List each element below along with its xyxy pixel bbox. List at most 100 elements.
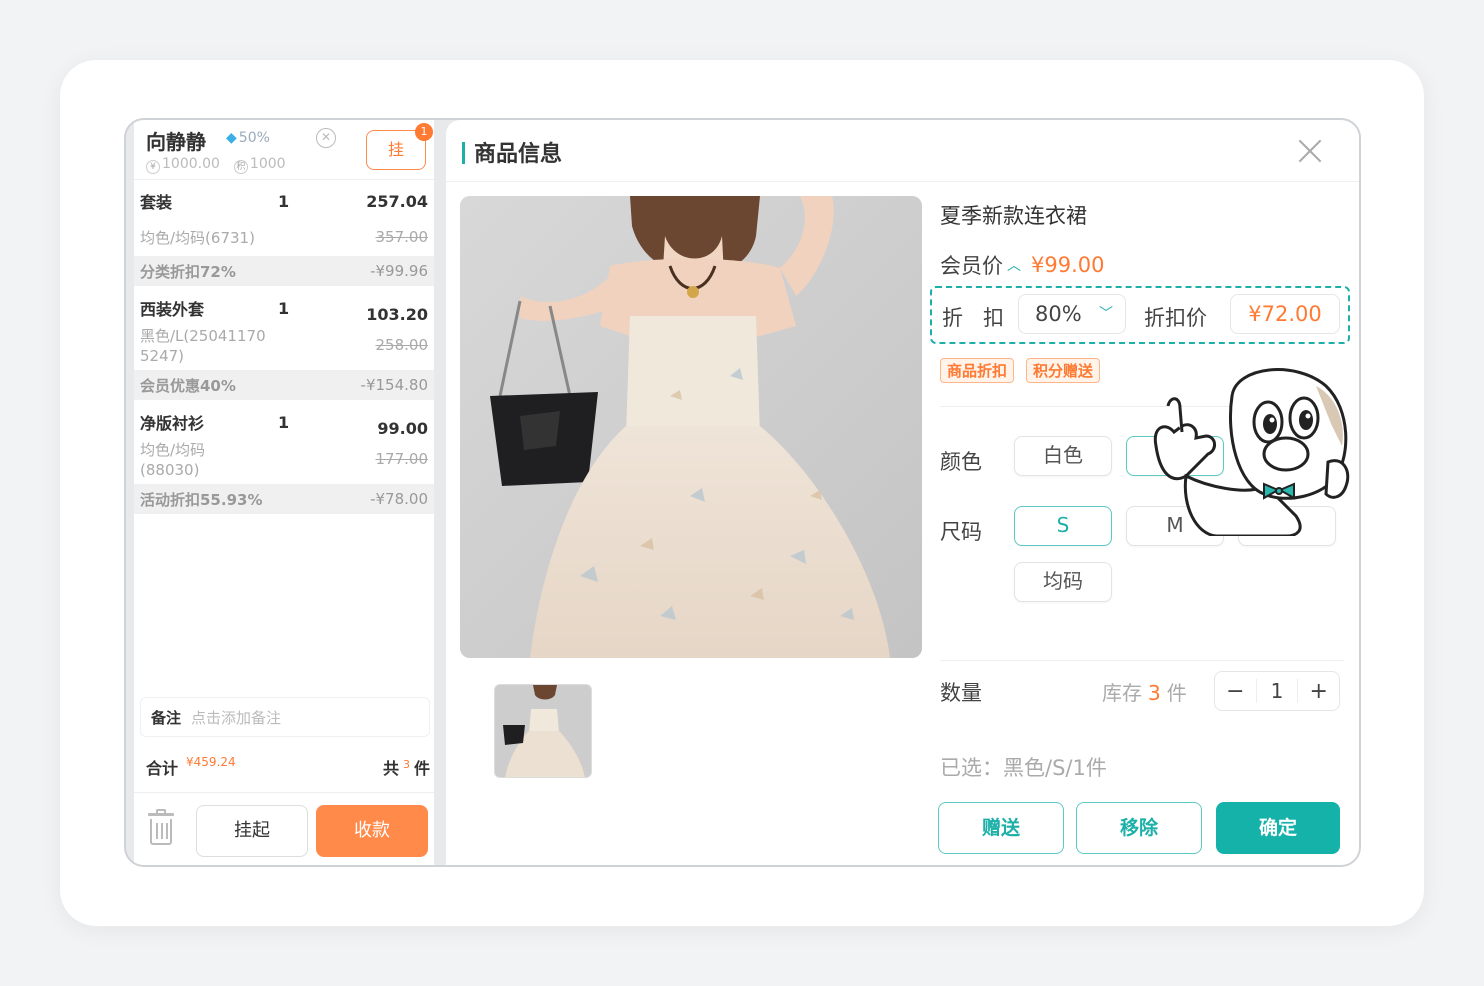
total-count-prefix: 共 [382,759,399,778]
vip-discount-value: 50% [238,130,270,146]
cart-item-spec: 均色/均码(6731) [140,228,255,247]
promo-tag: 积分赠送 [1026,358,1101,383]
minus-icon[interactable]: − [1215,679,1256,704]
cart-item[interactable]: 套装 1 257.04 均色/均码(6731) 357.00 分类折扣72% -… [134,182,434,286]
cart-item-name: 净版衬衫 [140,414,205,433]
size-option-s[interactable]: S [1014,506,1112,546]
cart-item-price: 99.00 [377,418,428,438]
total-count-value: 3 [402,757,410,771]
title-accent-bar [462,142,465,164]
checkout-button[interactable]: 收款 [316,805,428,857]
discount-label: 折扣 [942,306,1024,330]
dress-thumbnail-illustration [495,685,591,777]
member-price-label: 会员价 [940,254,1003,278]
balance: ¥1000.00 [146,156,220,174]
member-balances: ¥1000.00 积 1000 [146,156,286,174]
remark-placeholder: 点击添加备注 [191,708,282,727]
quantity-stepper: − 1 + [1214,671,1340,711]
member-name[interactable]: 向静静 [146,126,206,155]
cart-item-spec: 黑色/L(25041170 5247) [140,327,266,365]
quantity-label: 数量 [940,681,982,705]
stock-info: 库存 3 件 [1102,677,1187,706]
total-amount: ¥459.24 [186,755,236,769]
cart-item-name: 套装 [140,193,173,212]
close-circle-icon[interactable]: ✕ [316,128,336,148]
diamond-icon: ◆ [226,130,237,146]
wallet-icon: ¥ [146,160,160,174]
color-option-white[interactable]: 白色 [1014,436,1112,476]
cart-item-discount-label: 活动折扣55.93% [140,490,263,509]
hang-orders-label: 挂 [387,140,404,159]
remark-label: 备注 [151,708,182,727]
quantity-row: 数量 库存 3 件 − 1 + [940,660,1344,711]
size-label: 尺码 [940,520,982,544]
total-count: 共3件 [383,755,430,779]
discount-section: 折扣 80% ﹀ 折扣价 ¥72.00 [930,286,1350,344]
panel-title: 商品信息 [474,142,563,167]
cart-list: 套装 1 257.04 均色/均码(6731) 357.00 分类折扣72% -… [134,182,434,518]
cart-item-price: 257.04 [366,191,428,211]
hang-orders-badge: 1 [415,123,433,141]
cart-item-discount-label: 会员优惠40% [140,376,236,395]
discount-select[interactable]: 80% ﹀ [1018,294,1126,334]
hang-order-button[interactable]: 挂起 [196,805,308,857]
cart-item-price: 103.20 [366,304,428,324]
discount-select-value: 80% [1035,302,1082,326]
stock-value: 3 [1148,681,1161,705]
trash-icon[interactable] [148,809,174,845]
cart-item-qty: 1 [278,412,290,432]
pos-window: 向静静 ◆ 50% ✕ ¥1000.00 积 1000 挂 1 套装 1 257.… [124,118,1361,867]
remove-button[interactable]: 移除 [1076,802,1202,854]
product-info-panel: 商品信息 夏季新款连衣裙 会员价 ︿ ¥99.00 折扣 80% ﹀ 折扣价 ¥… [446,120,1359,865]
vip-discount: ◆ 50% [226,130,270,146]
promo-tag: 商品折扣 [940,358,1015,383]
dress-illustration [460,196,922,658]
gift-button[interactable]: 赠送 [938,802,1064,854]
chevron-up-icon[interactable]: ︿ [1007,255,1021,275]
stock-suffix: 件 [1166,681,1187,705]
cart-item-name: 西装外套 [140,300,205,319]
total-count-suffix: 件 [413,759,430,778]
cart-item-orig-price: 177.00 [375,450,429,468]
discount-price-input[interactable]: ¥72.00 [1230,294,1340,334]
quantity-value[interactable]: 1 [1255,679,1299,703]
confirm-button[interactable]: 确定 [1216,802,1340,854]
hang-orders-button[interactable]: 挂 1 [366,123,433,170]
discount-price-label: 折扣价 [1144,306,1207,330]
cart-panel: 向静静 ◆ 50% ✕ ¥1000.00 积 1000 挂 1 套装 1 257.… [134,120,434,865]
mascot-illustration [1146,366,1356,538]
cart-item-qty: 1 [278,298,290,318]
cart-item-orig-price: 357.00 [375,228,429,246]
cart-item-qty: 1 [278,191,290,211]
product-thumbnail[interactable] [494,684,592,778]
points-icon: 积 [233,160,248,174]
cart-item[interactable]: 西装外套 1 103.20 黑色/L(25041170 5247) 258.00… [134,290,434,400]
cart-actions: 挂起 收款 [134,792,434,865]
points: 积 1000 [233,156,286,174]
remark-field[interactable]: 备注 点击添加备注 [140,697,430,737]
cart-item-discount-label: 分类折扣72% [140,262,236,281]
total-label: 合计 [146,759,179,778]
plus-icon[interactable]: + [1298,679,1339,704]
cart-item-discount-value: -¥99.96 [370,262,428,280]
product-name: 夏季新款连衣裙 [940,204,1087,228]
selected-summary: 已选：黑色/S/1件 [940,756,1107,780]
cart-item-discount-value: -¥78.00 [370,490,428,508]
promo-tags: 商品折扣 积分赠送 [940,358,1101,383]
size-option-one-size[interactable]: 均码 [1014,562,1112,602]
cart-item-spec: 均色/均码 (88030) [140,441,206,479]
cart-item-discount-value: -¥154.80 [360,376,428,394]
color-label: 颜色 [940,450,982,474]
chevron-down-icon: ﹀ [1099,306,1113,322]
product-photo [460,196,922,658]
member-price-row: 会员价 ︿ ¥99.00 [940,250,1104,280]
cart-item-orig-price: 258.00 [375,336,429,354]
points-value: 1000 [249,156,286,172]
close-icon[interactable] [1295,136,1325,166]
cart-total: 合计 ¥459.24 共3件 [146,752,430,782]
stock-prefix: 库存 [1102,681,1142,705]
member-price-value: ¥99.00 [1031,253,1105,277]
balance-value: 1000.00 [162,156,220,172]
panel-header: 商品信息 [446,120,1359,182]
cart-item[interactable]: 净版衬衫 1 99.00 均色/均码 (88030) 177.00 活动折扣55… [134,404,434,514]
